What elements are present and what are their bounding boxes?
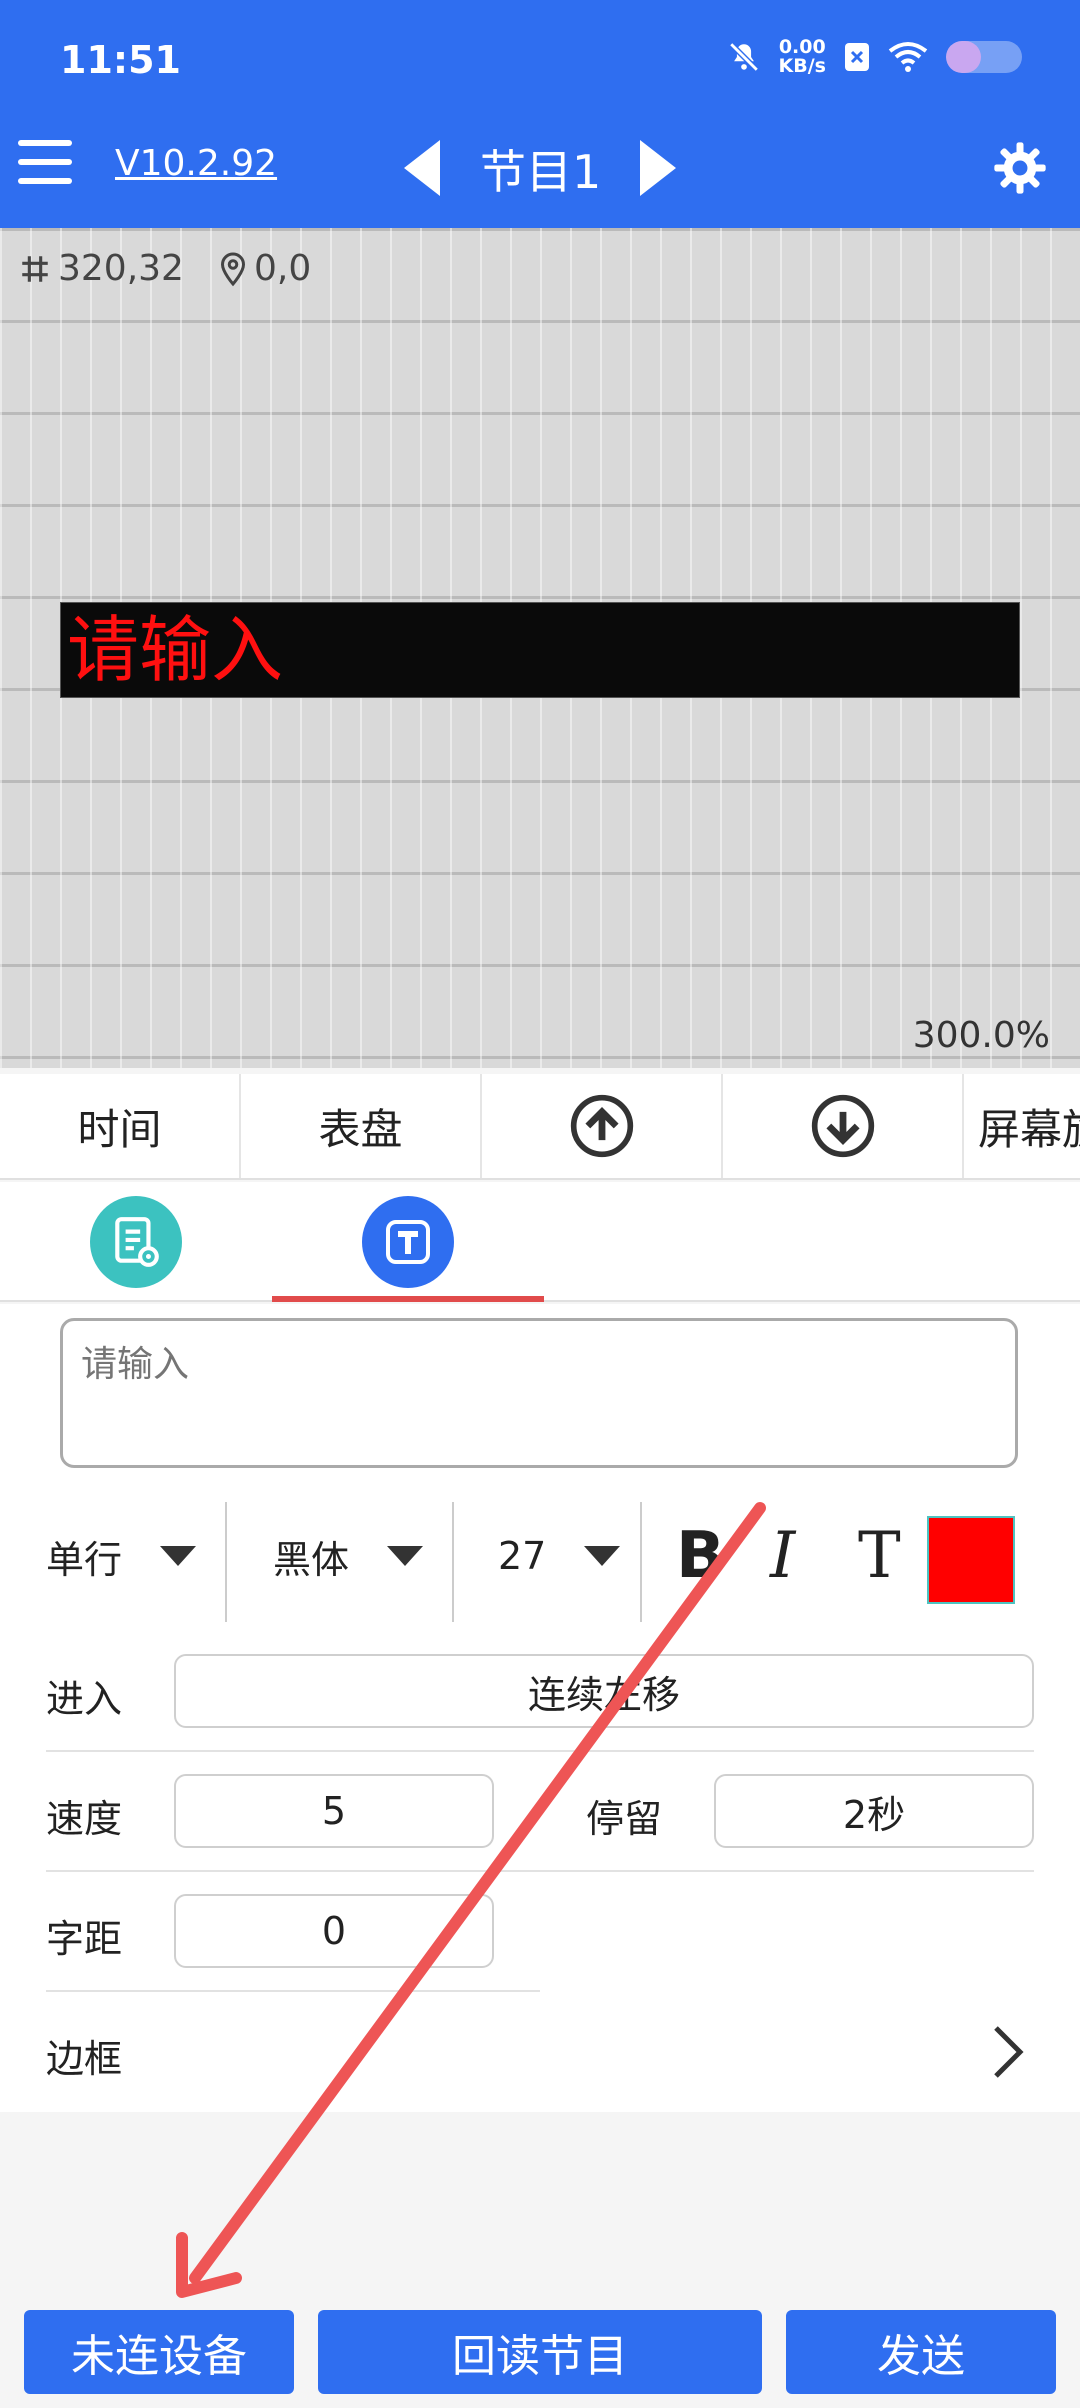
line-mode-dropdown[interactable]: 单行 [46,1496,197,1616]
prev-program-button[interactable] [402,138,442,198]
status-icons: 0.00 KB/s [727,38,1022,76]
battery-icon [946,41,1022,73]
bold-button[interactable]: B [676,1496,725,1616]
tool-screen-rotate[interactable]: 屏幕旋 [964,1074,1080,1178]
tab-program-settings[interactable] [90,1196,182,1288]
grid-icon [22,255,48,282]
send-button[interactable]: 发送 [786,2310,1056,2394]
mute-bell-icon [728,42,759,72]
spacing-input[interactable]: 0 [174,1894,494,1968]
text-style-button[interactable]: T [858,1496,901,1616]
document-settings-icon [115,1217,159,1267]
top-bar: 11:51 0.00 KB/s V10.2.92 节目1 [0,0,1080,228]
italic-button[interactable]: I [770,1496,795,1616]
tool-move-down[interactable] [723,1074,964,1178]
font-size-dropdown[interactable]: 27 [498,1496,621,1616]
arrow-down-circle-icon [811,1094,874,1158]
status-time: 11:51 [60,38,181,82]
caret-down-icon [387,1546,424,1566]
font-dropdown[interactable]: 黑体 [273,1496,424,1616]
size-readout: 320,32 [18,248,184,289]
net-speed: 0.00 KB/s [778,36,826,77]
enter-label: 进入 [46,1677,123,1721]
enter-effect-select[interactable]: 连续左移 [174,1654,1034,1728]
close-box-icon [845,43,869,71]
stay-label: 停留 [586,1797,663,1841]
stay-input[interactable]: 2秒 [714,1774,1034,1848]
menu-button[interactable] [18,140,72,184]
tool-dial[interactable]: 表盘 [241,1074,482,1178]
arrow-up-circle-icon [570,1094,633,1158]
tab-text-properties[interactable] [362,1196,454,1288]
zoom-level: 300.0% [912,1015,1050,1056]
location-pin-icon [220,251,246,286]
speed-label: 速度 [46,1797,123,1841]
text-color-swatch[interactable] [927,1516,1015,1604]
version-link[interactable]: V10.2.92 [115,143,277,184]
caret-down-icon [160,1546,197,1566]
text-content-input[interactable] [60,1318,1018,1468]
program-title: 节目1 [480,145,602,199]
text-t-icon [386,1220,430,1264]
text-properties-panel: 单行 黑体 27 B I T 进入 连续左移 速度 5 停留 2秒 字距 0 边… [0,1304,1080,2112]
tool-time[interactable]: 时间 [0,1074,241,1178]
wifi-icon [888,42,928,72]
readback-program-button[interactable]: 回读节目 [318,2310,762,2394]
active-tab-indicator [272,1296,544,1302]
tool-move-up[interactable] [482,1074,723,1178]
gear-icon[interactable] [992,140,1048,196]
border-label[interactable]: 边框 [46,2028,122,2083]
led-canvas[interactable]: 320,32 0,0 请输入 300.0% [0,228,1080,1068]
element-toolbar: 时间 表盘 屏幕旋 [0,1074,1080,1180]
next-program-button[interactable] [638,138,678,198]
property-tabs [0,1182,1080,1302]
position-readout: 0,0 [218,248,311,289]
chevron-right-icon[interactable] [988,2022,1028,2082]
led-text-block[interactable]: 请输入 [60,602,1020,698]
led-text: 请输入 [67,608,284,692]
device-status-button[interactable]: 未连设备 [24,2310,294,2394]
spacing-label: 字距 [46,1917,123,1961]
speed-input[interactable]: 5 [174,1774,494,1848]
caret-down-icon [584,1546,621,1566]
format-row: 单行 黑体 27 B I T [0,1496,1080,1622]
